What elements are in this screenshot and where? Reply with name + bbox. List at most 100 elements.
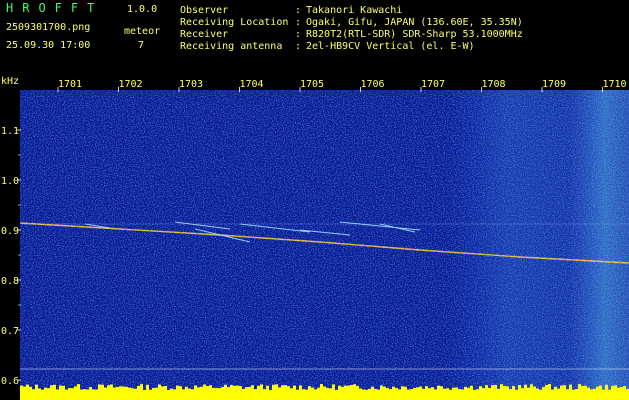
signal-level-segment xyxy=(272,384,275,400)
signal-level-segment xyxy=(545,385,548,400)
signal-level-segment xyxy=(113,387,116,400)
signal-level-segment xyxy=(248,387,251,400)
signal-level-segment xyxy=(425,386,428,400)
location-label: Receiving Location xyxy=(180,17,289,28)
signal-level-segment xyxy=(128,387,131,400)
signal-level-segment xyxy=(107,385,110,400)
signal-level-segment xyxy=(560,385,563,400)
signal-level-segment xyxy=(323,386,326,400)
receiver-label: Receiver xyxy=(180,29,229,40)
signal-level-segment xyxy=(44,387,47,400)
signal-level-segment xyxy=(314,389,317,400)
signal-level-segment xyxy=(77,384,80,400)
signal-level-segment xyxy=(557,388,560,400)
freq-tick-label: 0.6 xyxy=(1,376,19,387)
signal-level-segment xyxy=(254,389,257,400)
signal-level-segment xyxy=(239,385,242,400)
location-value: Ogaki, Gifu, JAPAN (136.60E, 35.35N) xyxy=(306,17,523,28)
colon: : xyxy=(295,29,302,40)
signal-level-segment xyxy=(587,387,590,400)
file-name: 2509301700.png xyxy=(6,22,91,33)
time-axis-strip xyxy=(20,76,629,90)
signal-level-segment xyxy=(434,389,437,400)
signal-level-segment xyxy=(221,386,224,400)
signal-level-segment xyxy=(170,388,173,400)
time-tick-label: 1708 xyxy=(481,79,505,90)
signal-level-segment xyxy=(401,386,404,400)
signal-level-segment xyxy=(23,386,26,400)
signal-level-segment xyxy=(389,389,392,400)
signal-level-segment xyxy=(95,389,98,400)
signal-level-segment xyxy=(620,386,623,400)
signal-level-segment xyxy=(365,389,368,400)
signal-level-segment xyxy=(215,387,218,400)
signal-level-segment xyxy=(155,387,158,400)
signal-level-segment xyxy=(293,385,296,400)
signal-level-segment xyxy=(371,386,374,400)
signal-level-segment xyxy=(575,389,578,400)
signal-level-segment xyxy=(533,386,536,400)
signal-level-segment xyxy=(506,386,509,400)
signal-level-segment xyxy=(311,387,314,400)
signal-level-segment xyxy=(608,389,611,400)
signal-level-segment xyxy=(623,385,626,400)
freq-tick-label: 0.7 xyxy=(1,326,19,337)
signal-level-segment xyxy=(479,386,482,400)
signal-level-segment xyxy=(518,384,521,400)
signal-level-segment xyxy=(245,387,248,400)
colon: : xyxy=(295,17,302,28)
signal-level-segment xyxy=(140,384,143,400)
signal-level-segment xyxy=(452,387,455,400)
signal-level-segment xyxy=(443,388,446,400)
signal-level-segment xyxy=(110,384,113,400)
signal-level-segment xyxy=(206,385,209,400)
signal-level-segment xyxy=(26,384,29,400)
time-tick-label: 1701 xyxy=(58,79,82,90)
signal-level-segment xyxy=(551,389,554,400)
signal-level-segment xyxy=(422,388,425,400)
signal-level-segment xyxy=(281,385,284,400)
signal-level-segment xyxy=(584,385,587,400)
signal-level-segment xyxy=(404,386,407,400)
time-tick-label: 1706 xyxy=(360,79,384,90)
signal-level-segment xyxy=(593,388,596,400)
signal-level-segment xyxy=(218,388,221,400)
freq-unit-label: kHz xyxy=(1,76,19,87)
signal-level-segment xyxy=(497,388,500,400)
signal-level-segment xyxy=(416,387,419,400)
signal-level-segment xyxy=(47,388,50,400)
signal-level-segment xyxy=(437,385,440,400)
signal-level-segment xyxy=(158,384,161,400)
signal-level-segment xyxy=(347,385,350,400)
freq-tick-label: 1.1 xyxy=(1,126,19,137)
signal-level-segment xyxy=(275,384,278,400)
signal-level-segment xyxy=(278,387,281,400)
signal-level-segment xyxy=(212,387,215,400)
signal-level-segment xyxy=(71,388,74,400)
signal-level-segment xyxy=(335,389,338,400)
signal-level-segment xyxy=(50,385,53,400)
signal-level-segment xyxy=(353,384,356,400)
freq-axis-strip xyxy=(0,76,20,400)
signal-level-segment xyxy=(419,386,422,400)
signal-level-segment xyxy=(89,387,92,400)
signal-level-segment xyxy=(194,385,197,400)
signal-level-segment xyxy=(488,388,491,400)
signal-level-segment xyxy=(332,384,335,400)
signal-level-segment xyxy=(605,384,608,400)
signal-level-segment xyxy=(527,387,530,400)
signal-level-segment xyxy=(578,384,581,400)
signal-level-segment xyxy=(35,384,38,400)
antenna-label: Receiving antenna xyxy=(180,41,283,52)
signal-level-segment xyxy=(542,387,545,400)
signal-level-segment xyxy=(143,389,146,400)
time-tick-label: 1704 xyxy=(239,79,263,90)
signal-level-segment xyxy=(242,388,245,400)
signal-level-segment xyxy=(236,385,239,400)
signal-level-segment xyxy=(503,385,506,400)
signal-level-segment xyxy=(614,385,617,400)
time-tick-label: 1702 xyxy=(118,79,142,90)
signal-level-segment xyxy=(344,385,347,400)
signal-level-segment xyxy=(326,387,329,400)
signal-level-segment xyxy=(98,384,101,400)
